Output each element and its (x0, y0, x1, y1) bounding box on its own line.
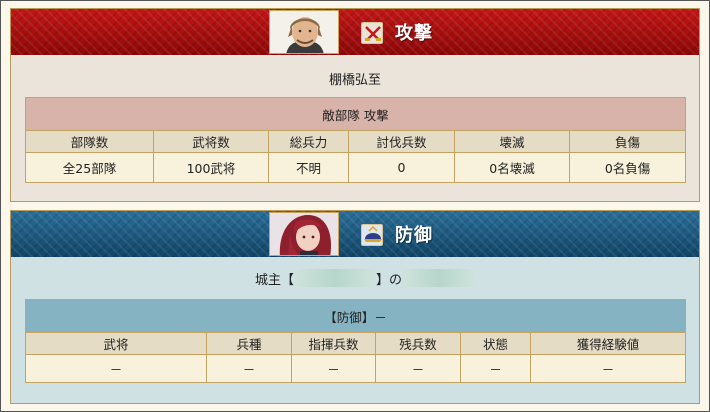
attack-cell: 0名壊滅 (454, 152, 570, 183)
attack-col-header: 武将数 (153, 130, 269, 153)
defense-cell: － (25, 354, 207, 383)
defense-table: 【防御】－ 武将 兵種 指揮兵数 残兵数 状態 獲得経験値 － － － － － … (24, 299, 687, 383)
defense-col-header: 状態 (460, 332, 531, 355)
redacted-lord-name (402, 269, 477, 287)
attack-col-header: 討伐兵数 (348, 130, 455, 153)
defender-portrait (269, 212, 339, 256)
helmet-icon (361, 224, 383, 246)
attacker-portrait (269, 10, 339, 54)
attack-cell: 0名負傷 (568, 152, 687, 183)
defense-cell: － (206, 354, 292, 383)
attack-cell: 不明 (268, 152, 349, 183)
attack-col-header: 負傷 (568, 130, 687, 153)
defense-table-caption: 【防御】－ (24, 299, 687, 333)
defense-title: 防御 (395, 225, 433, 246)
attack-table-caption: 敵部隊 攻撃 (24, 97, 687, 131)
table-row: 全25部隊 100武将 不明 0 0名壊滅 0名負傷 (25, 152, 687, 183)
defense-col-header: 指揮兵数 (291, 332, 376, 355)
defense-col-header: 獲得経験値 (529, 332, 687, 355)
defense-col-header: 武将 (25, 332, 207, 355)
defense-panel: 防御 城主【 】の 【防御】－ 武将 兵種 指揮兵数 残兵数 状態 獲得経験値 … (10, 210, 700, 404)
commander-suffix: 】の (376, 272, 403, 288)
defense-col-header: 残兵数 (375, 332, 461, 355)
table-row: － － － － － － (25, 354, 687, 383)
defense-cell: － (460, 354, 531, 383)
defense-commander: 城主【 】の (255, 269, 477, 288)
crossed-swords-icon (361, 22, 383, 44)
commander-prefix: 城主【 (255, 272, 295, 288)
attack-col-header: 総兵力 (268, 130, 349, 153)
attack-col-header: 壊滅 (454, 130, 570, 153)
attack-table: 敵部隊 攻撃 部隊数 武将数 総兵力 討伐兵数 壊滅 負傷 全25部隊 100武… (24, 97, 687, 183)
redacted-castle-name (294, 269, 377, 287)
defense-cell: － (375, 354, 461, 383)
defense-cell: － (529, 354, 687, 383)
attack-title: 攻撃 (395, 23, 433, 44)
attack-banner: 攻撃 (11, 9, 699, 55)
attack-col-header: 部隊数 (25, 130, 154, 153)
attack-panel: 攻撃 棚橋弘至 敵部隊 攻撃 部隊数 武将数 総兵力 討伐兵数 壊滅 負傷 全2… (10, 8, 700, 202)
attack-commander-name: 棚橋弘至 (328, 73, 381, 88)
attack-cell: 100武将 (153, 152, 269, 183)
defense-banner: 防御 (11, 211, 699, 257)
defense-cell: － (291, 354, 376, 383)
defense-col-header: 兵種 (206, 332, 292, 355)
attack-cell: 0 (348, 152, 455, 183)
attack-cell: 全25部隊 (25, 152, 154, 183)
